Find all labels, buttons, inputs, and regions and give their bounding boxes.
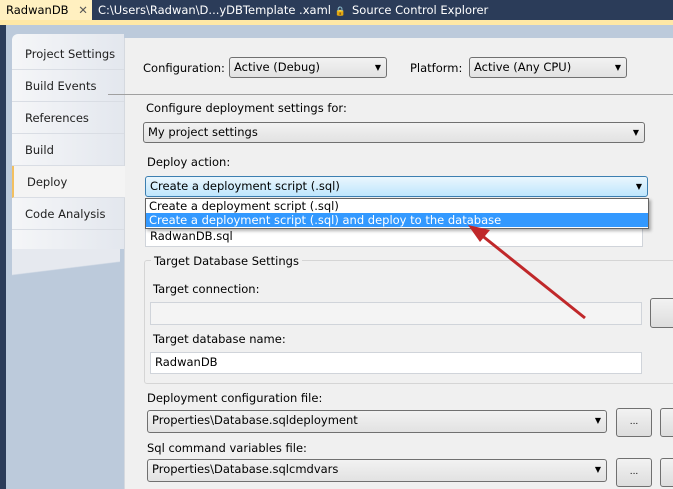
red-arrow-annotation: [468, 225, 586, 320]
arrow-shaft: [479, 232, 586, 320]
